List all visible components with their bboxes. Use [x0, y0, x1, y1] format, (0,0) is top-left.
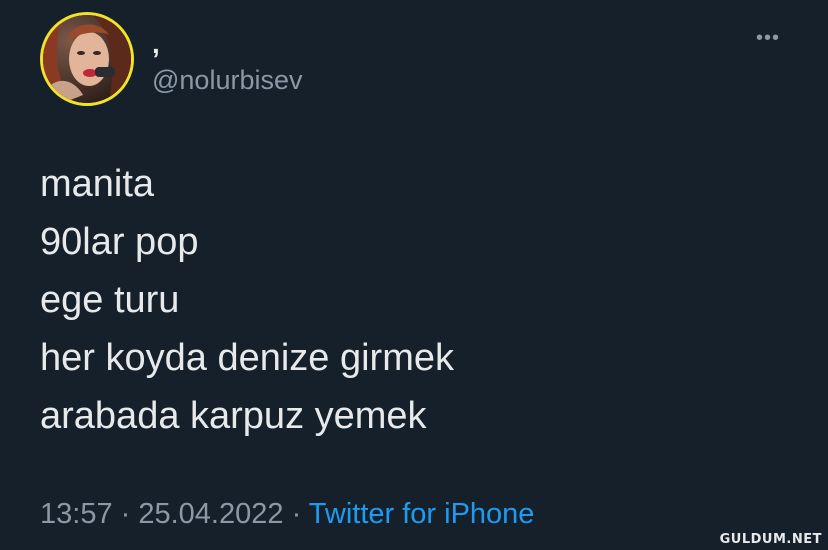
- tweet-time[interactable]: 13:57: [40, 498, 113, 530]
- meta-separator: ·: [112, 498, 139, 530]
- username-handle[interactable]: @nolurbisev: [152, 64, 302, 96]
- profile-photo-icon: [43, 15, 131, 103]
- tweet-line: her koyda denize girmek: [40, 337, 454, 379]
- tweet-line: ege turu: [40, 279, 180, 321]
- tweet-meta: 13:57 · 25.04.2022 · Twitter for iPhone: [40, 494, 534, 534]
- tweet-card: , @nolurbisev ••• manita 90lar pop ege t…: [0, 0, 828, 550]
- tweet-date[interactable]: 25.04.2022: [138, 498, 283, 530]
- watermark-logo: GULDUM.NET: [719, 532, 822, 547]
- more-options-icon[interactable]: •••: [748, 24, 788, 52]
- tweet-text: manita 90lar pop ege turu her koyda deni…: [40, 155, 454, 445]
- meta-separator: ·: [283, 498, 309, 530]
- tweet-source-link[interactable]: Twitter for iPhone: [309, 498, 535, 530]
- tweet-line: manita: [40, 163, 155, 205]
- avatar[interactable]: [40, 12, 134, 106]
- tweet-line: arabada karpuz yemek: [40, 395, 427, 437]
- tweet-line: 90lar pop: [40, 221, 199, 263]
- display-name[interactable]: ,: [152, 30, 160, 58]
